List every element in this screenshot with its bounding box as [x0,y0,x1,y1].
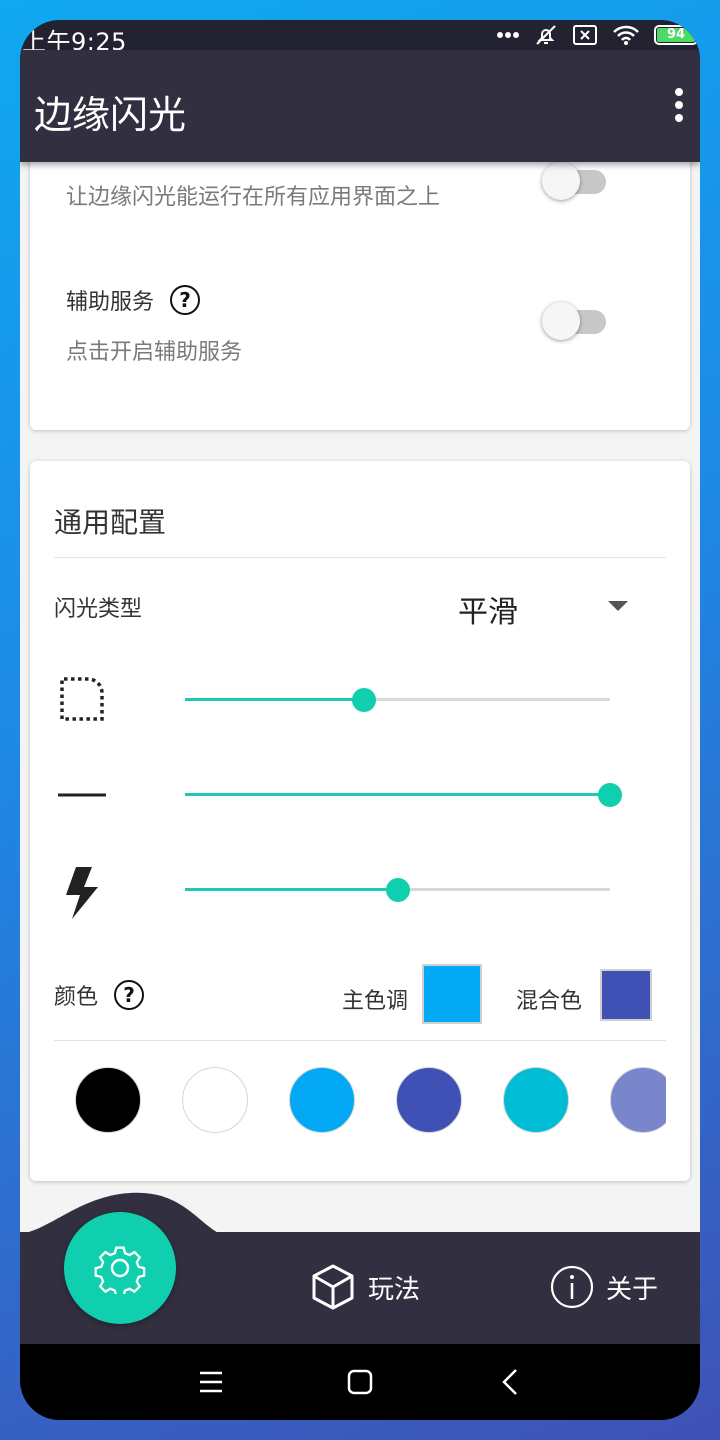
corner-radius-slider[interactable] [185,685,610,715]
slider-thumb[interactable] [598,783,622,807]
mix-color-label: 混合色 [516,989,583,1014]
nav-play-label: 玩法 [368,1274,421,1305]
line-width-icon [58,793,106,797]
accessibility-service-switch[interactable] [542,300,608,340]
phone-screen: 上午9:25 94 边缘闪光 让边缘闪光能运行在所有应用界面之上 辅助服务 ? … [20,20,700,1420]
nav-about[interactable]: 关于 [550,1265,658,1309]
status-bar: 上午9:25 94 [20,20,700,56]
corner-radius-icon [60,677,104,721]
palette-swatch[interactable] [396,1067,462,1133]
gear-icon [94,1246,146,1294]
app-title: 边缘闪光 [34,93,187,137]
flash-speed-slider[interactable] [185,875,610,905]
divider [54,557,666,558]
mix-color-swatch[interactable] [600,969,652,1021]
general-config-title: 通用配置 [54,506,167,539]
permissions-card: 让边缘闪光能运行在所有应用界面之上 辅助服务 ? 点击开启辅助服务 [30,162,690,430]
palette-swatch[interactable] [503,1067,569,1133]
dropdown-arrow-icon[interactable] [608,601,628,611]
line-width-slider[interactable] [185,780,622,810]
divider [54,1040,666,1041]
settings-fab[interactable] [64,1212,176,1324]
status-icons: 94 [496,20,700,50]
bell-off-icon [536,25,556,45]
palette-swatch[interactable] [610,1067,666,1133]
help-icon[interactable]: ? [170,285,201,315]
main-tone-swatch[interactable] [422,964,482,1024]
battery-icon: 94 [654,25,698,45]
flash-type-label: 闪光类型 [54,597,143,622]
more-dots-icon [497,32,519,38]
nav-about-label: 关于 [606,1274,659,1305]
help-icon[interactable]: ? [114,980,145,1010]
sim-x-icon [573,25,597,45]
palette-swatch[interactable] [289,1067,355,1133]
palette-swatch[interactable] [182,1067,248,1133]
settings-content[interactable]: 让边缘闪光能运行在所有应用界面之上 辅助服务 ? 点击开启辅助服务 通用配置 闪… [20,162,700,1252]
flash-speed-icon [66,867,98,919]
accessibility-service-title: 辅助服务 [66,290,155,315]
menu-icon[interactable] [192,1364,228,1400]
home-icon[interactable] [342,1364,378,1400]
main-tone-label: 主色调 [342,989,409,1014]
info-icon [550,1265,594,1309]
flash-type-value[interactable]: 平滑 [458,587,518,631]
accessibility-service-row[interactable]: 辅助服务 ? [66,284,201,316]
accessibility-service-subtitle: 点击开启辅助服务 [66,340,243,365]
color-palette[interactable] [54,1065,666,1135]
cube-icon [312,1264,354,1310]
back-icon[interactable] [494,1364,530,1400]
more-vert-icon[interactable] [672,88,686,124]
overlay-permission-switch[interactable] [542,162,608,200]
battery-level: 94 [666,27,686,42]
wifi-icon [613,25,639,45]
color-label: 颜色 [54,985,99,1010]
slider-thumb[interactable] [351,688,376,712]
color-row: 颜色 ? [54,979,145,1011]
palette-swatch[interactable] [75,1067,141,1133]
general-config-card: 通用配置 闪光类型 平滑 颜色 ? 主色调 混合色 [30,461,690,1181]
system-navigation-bar [20,1344,700,1420]
overlay-permission-subtitle: 让边缘闪光能运行在所有应用界面之上 [66,185,441,210]
app-bar: 边缘闪光 [20,50,700,162]
slider-thumb[interactable] [385,878,410,902]
nav-play[interactable]: 玩法 [310,1263,420,1311]
